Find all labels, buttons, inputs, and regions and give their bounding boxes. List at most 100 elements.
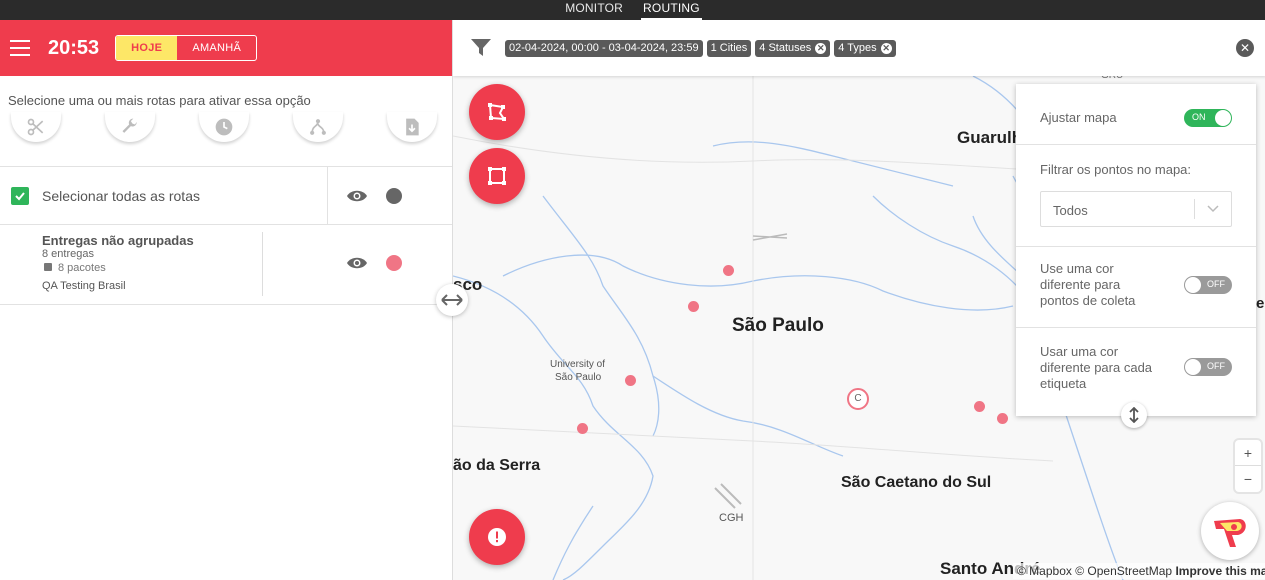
tab-monitor[interactable]: MONITOR — [563, 0, 625, 20]
hamburger-menu-icon[interactable] — [10, 40, 30, 56]
statuses-text: 4 Statuses — [759, 42, 812, 54]
filter-points-label: Filtrar os pontos no mapa: — [1040, 162, 1192, 177]
route-icon — [310, 119, 326, 135]
select-all-checkbox[interactable] — [11, 186, 29, 205]
adjust-map-label: Ajustar mapa — [1040, 110, 1117, 125]
route-title: Entregas não agrupadas — [42, 233, 194, 248]
chevron-down-icon — [1207, 205, 1219, 213]
all-routes-color-dot[interactable] — [386, 188, 402, 204]
map-point[interactable] — [577, 423, 588, 434]
route-tools — [0, 112, 452, 167]
statuses-chip[interactable]: 4 Statuses ✕ — [755, 39, 831, 57]
mapbox-link[interactable]: © Mapbox — [1017, 564, 1072, 578]
split-route-button[interactable] — [11, 112, 61, 142]
tag-color-toggle[interactable]: OFF — [1184, 358, 1232, 376]
check-icon — [15, 191, 25, 200]
types-chip[interactable]: 4 Types ✕ — [834, 39, 896, 57]
pickup-point-marker[interactable]: C — [847, 388, 869, 410]
tag-color-section: Usar uma cor diferente para cada etiquet… — [1016, 328, 1256, 414]
map-label-sao-paulo: São Paulo — [732, 315, 824, 336]
map-point[interactable] — [723, 265, 734, 276]
divider — [262, 232, 263, 296]
brand-logo-icon — [1214, 519, 1246, 547]
rectangle-selection-button[interactable] — [469, 148, 525, 204]
eye-icon[interactable] — [346, 256, 368, 270]
cities-chip[interactable]: 1 Cities — [706, 39, 752, 57]
filter-bar: 02-04-2024, 00:00 - 03-04-2024, 23:59 1 … — [453, 20, 1265, 76]
route-tool-button[interactable] — [293, 112, 343, 142]
route-packages: 8 pacotes — [58, 262, 106, 274]
filter-points-section: Filtrar os pontos no mapa: Todos — [1016, 145, 1256, 247]
current-time: 20:53 — [48, 36, 100, 59]
toggle-state-text: OFF — [1207, 361, 1225, 371]
remove-types-icon[interactable]: ✕ — [880, 42, 892, 54]
tab-routing[interactable]: ROUTING — [641, 0, 702, 20]
route-deliveries: 8 entregas — [42, 248, 94, 260]
filter-icon[interactable] — [471, 39, 491, 57]
pickup-color-label: Use uma cor diferente para pontos de col… — [1040, 261, 1136, 308]
pickup-color-toggle[interactable]: OFF — [1184, 276, 1232, 294]
improve-map-link[interactable]: Improve this map — [1175, 564, 1265, 578]
routes-panel: 20:53 HOJE AMANHÃ Selecione uma ou mais … — [0, 20, 452, 580]
map-point[interactable] — [688, 301, 699, 312]
date-range-chip[interactable]: 02-04-2024, 00:00 - 03-04-2024, 23:59 — [505, 39, 703, 57]
select-all-label: Selecionar todas as rotas — [42, 187, 200, 204]
zoom-in-button[interactable]: + — [1235, 440, 1261, 466]
map-label-taboao: ão da Serra — [453, 457, 541, 474]
route-owner: QA Testing Brasil — [42, 280, 126, 292]
map-attribution: © Mapbox © OpenStreetMap Improve this ma… — [1013, 563, 1265, 579]
map-label-edge: er — [1256, 295, 1265, 312]
tomorrow-button[interactable]: AMANHÃ — [177, 36, 256, 60]
map-point[interactable] — [997, 413, 1008, 424]
types-text: 4 Types — [838, 42, 877, 54]
toggle-state-text: ON — [1192, 112, 1206, 122]
panel-resize-handle[interactable] — [436, 284, 468, 316]
alert-icon — [488, 528, 506, 546]
filter-points-select[interactable]: Todos — [1040, 191, 1232, 227]
day-toggle: HOJE AMANHÃ — [115, 35, 258, 61]
zoom-out-button[interactable]: − — [1235, 466, 1261, 492]
horizontal-arrows-icon — [441, 294, 463, 306]
clock-icon — [215, 118, 233, 136]
package-icon — [44, 263, 52, 271]
pickup-color-section: Use uma cor diferente para pontos de col… — [1016, 247, 1256, 328]
header-bar: 20:53 HOJE AMANHÃ — [0, 20, 452, 76]
route-item[interactable]: Entregas não agrupadas 8 entregas 8 paco… — [0, 225, 452, 305]
top-nav: MONITOR ROUTING — [0, 0, 1265, 20]
route-color-dot[interactable] — [386, 255, 402, 271]
draw-selection-button[interactable] — [469, 84, 525, 140]
rectangle-select-icon — [488, 167, 506, 185]
today-button[interactable]: HOJE — [116, 36, 178, 60]
tag-color-label: Usar uma cor diferente para cada etiquet… — [1040, 344, 1153, 391]
eye-icon[interactable] — [346, 189, 368, 203]
settings-tool-button[interactable] — [105, 112, 155, 142]
schedule-tool-button[interactable] — [199, 112, 249, 142]
alerts-button[interactable] — [469, 509, 525, 565]
selection-hint: Selecione uma ou mais rotas para ativar … — [8, 93, 311, 108]
vertical-arrows-icon — [1129, 407, 1139, 423]
toggle-state-text: OFF — [1207, 279, 1225, 289]
osm-link[interactable]: © OpenStreetMap — [1075, 564, 1172, 578]
map-point[interactable] — [625, 375, 636, 386]
map-label-sao-caetano: São Caetano do Sul — [841, 474, 992, 491]
map-label-university: University of — [550, 359, 606, 370]
brand-logo-button[interactable] — [1201, 502, 1259, 560]
select-all-row: Selecionar todas as rotas — [0, 167, 452, 225]
map-settings-panel: Ajustar mapa ON Filtrar os pontos no map… — [1016, 84, 1256, 416]
map-label-cgh: CGH — [719, 512, 744, 524]
export-tool-button[interactable] — [387, 112, 437, 142]
adjust-map-section: Ajustar mapa ON — [1016, 84, 1256, 145]
wrench-icon — [122, 118, 137, 133]
map-label-guarulhos: Guarulh — [957, 128, 1023, 147]
date-range-text: 02-04-2024, 00:00 - 03-04-2024, 23:59 — [509, 42, 699, 54]
download-doc-icon — [406, 118, 419, 136]
divider — [327, 167, 328, 225]
collapse-panel-button[interactable] — [1121, 402, 1147, 428]
toggle-knob — [1185, 359, 1201, 375]
adjust-map-toggle[interactable]: ON — [1184, 109, 1232, 127]
clear-filters-icon[interactable]: ✕ — [1236, 39, 1254, 57]
map-view[interactable]: C Guarulh São Paulo sco University of Sã… — [452, 20, 1265, 580]
remove-statuses-icon[interactable]: ✕ — [815, 42, 827, 54]
map-point[interactable] — [974, 401, 985, 412]
cities-text: 1 Cities — [710, 42, 748, 54]
